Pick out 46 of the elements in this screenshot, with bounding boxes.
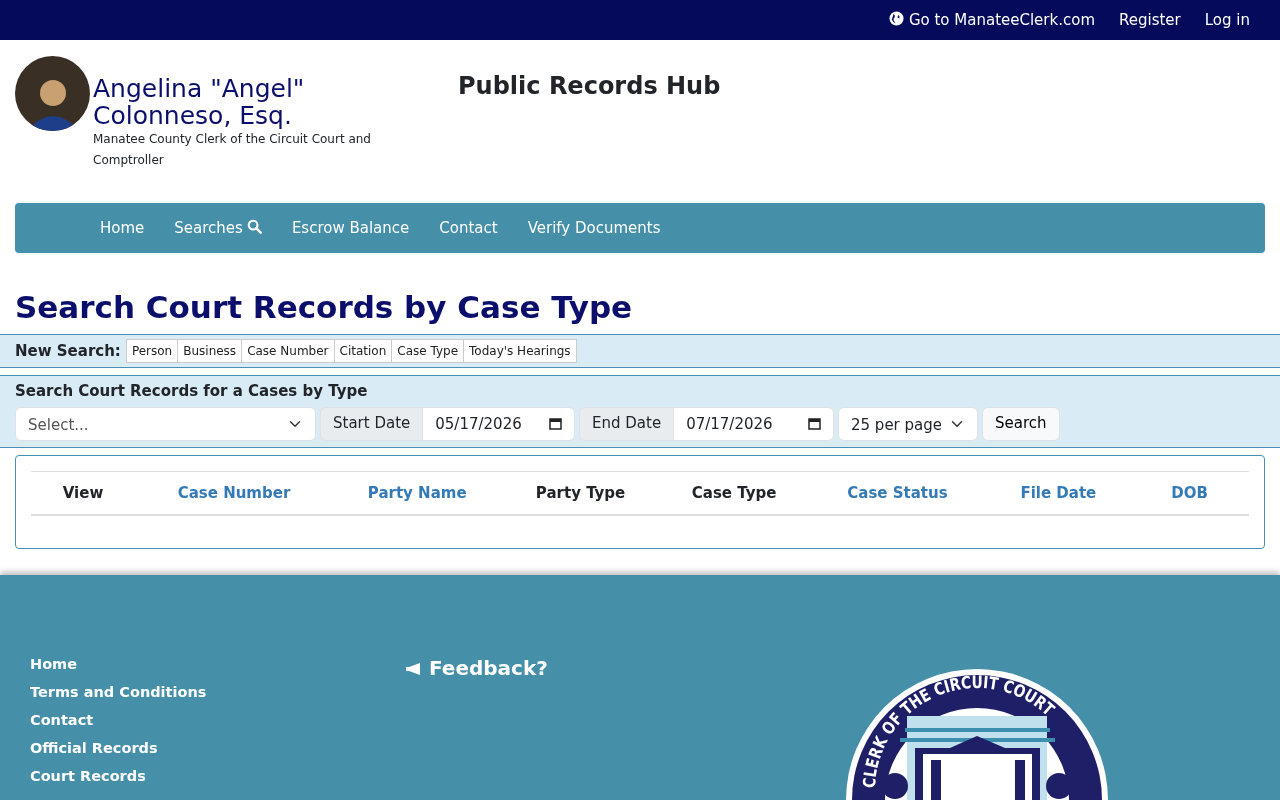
end-date-label: End Date	[579, 406, 675, 441]
calendar-icon[interactable]	[549, 417, 562, 431]
nav-link[interactable]: Home	[85, 216, 160, 240]
page-title: Search Court Records by Case Type	[15, 289, 634, 327]
search-type-button[interactable]: Today's Hearings	[463, 339, 577, 364]
nav-link[interactable]: Escrow Balance	[276, 216, 425, 240]
per-page-select[interactable]: 25 per page	[838, 406, 978, 441]
column-header: Party Type	[535, 482, 626, 504]
official-name: Angelina "Angel" Colonneso, Esq.	[93, 75, 306, 129]
nav-link[interactable]: Searches	[159, 216, 277, 240]
footer-link[interactable]: Terms and Conditions	[30, 678, 207, 707]
sort-link[interactable]: Case Status	[847, 471, 948, 515]
search-icon	[246, 218, 262, 234]
sort-link[interactable]: Party Name	[367, 471, 467, 515]
official-subtitle: Manatee County Clerk of the Circuit Court and Comptroller	[93, 131, 372, 169]
search-type-button[interactable]: Case Type	[391, 339, 465, 364]
search-type-button[interactable]: Citation	[333, 339, 393, 364]
case-type-select[interactable]: Select...	[15, 406, 316, 441]
start-date-field[interactable]: 05/17/2026	[422, 406, 537, 441]
sort-link[interactable]: DOB	[1171, 471, 1208, 515]
footer-link[interactable]: Official Records	[30, 734, 158, 763]
end-date-field[interactable]: 07/17/2026	[673, 406, 796, 441]
search-button[interactable]: Search	[982, 406, 1060, 441]
nav-link[interactable]: Contact	[424, 216, 513, 240]
search-type-button[interactable]: Person	[125, 339, 179, 364]
footer-link[interactable]: Court Records	[30, 762, 146, 791]
new-search-label: New Search:	[15, 340, 121, 362]
start-date-label: Start Date	[320, 406, 424, 441]
footer-link[interactable]: Contact	[30, 706, 94, 735]
top-link[interactable]: Go to ManateeClerk.com	[888, 8, 1095, 32]
form-title: Search Court Records for a Cases by Type	[15, 381, 369, 403]
search-type-button[interactable]: Business	[177, 339, 243, 364]
globe-icon	[888, 10, 904, 26]
top-link[interactable]: Log in	[1204, 8, 1250, 32]
top-link[interactable]: Register	[1119, 8, 1181, 32]
footer-link[interactable]: Home	[30, 650, 78, 679]
column-header: Case Type	[691, 482, 777, 504]
feedback-link[interactable]: Feedback?	[429, 656, 548, 681]
sort-link[interactable]: Case Number	[177, 471, 291, 515]
site-title: Public Records Hub	[458, 72, 721, 101]
column-header: View	[62, 482, 104, 504]
megaphone-icon	[405, 662, 422, 677]
sort-link[interactable]: File Date	[1020, 471, 1097, 515]
calendar-icon[interactable]	[808, 417, 821, 431]
nav-link[interactable]: Verify Documents	[512, 216, 676, 240]
search-type-button[interactable]: Case Number	[241, 339, 335, 364]
